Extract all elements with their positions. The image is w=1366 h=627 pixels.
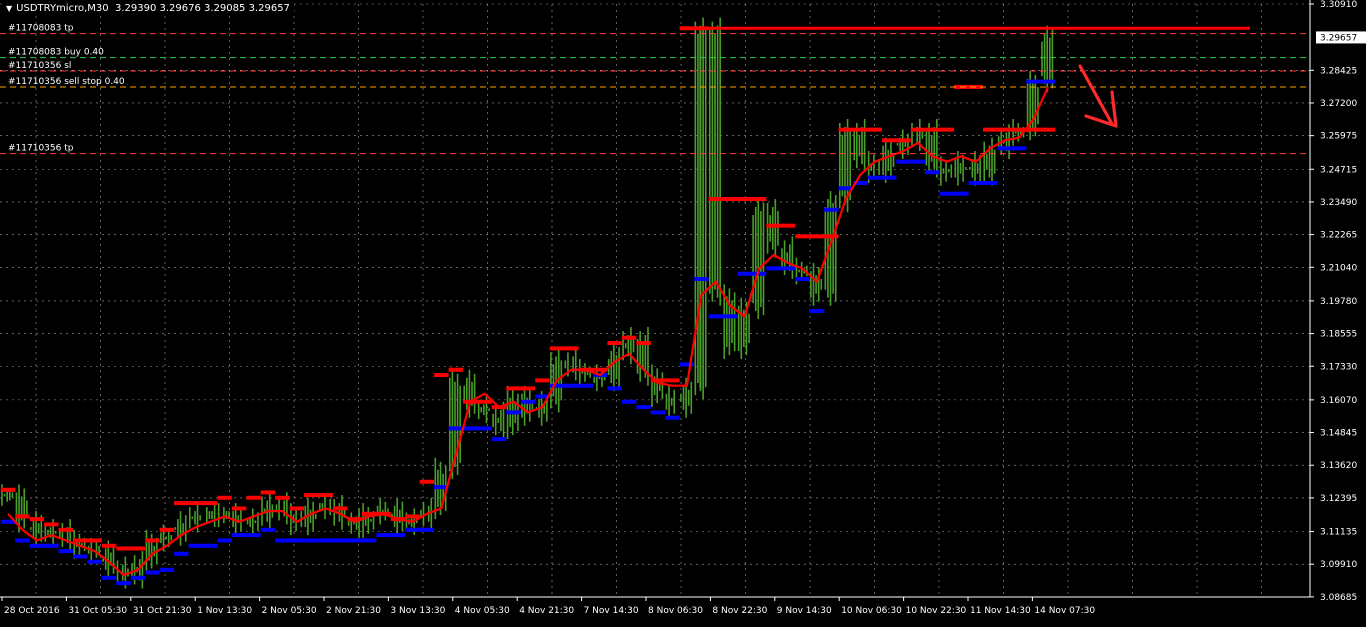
- time-tick-label: 10 Nov 06:30: [841, 606, 902, 616]
- time-tick-label: 28 Oct 2016: [4, 606, 60, 616]
- time-tick-label: 9 Nov 14:30: [777, 606, 832, 616]
- price-tick-label: 3.18555: [1320, 330, 1357, 340]
- time-tick-label: 31 Oct 21:30: [133, 606, 192, 616]
- time-tick-label: 3 Nov 13:30: [390, 606, 445, 616]
- dropdown-triangle-icon[interactable]: ▼: [6, 2, 12, 16]
- price-tick-label: 3.25975: [1320, 132, 1357, 142]
- trade-line-label: #11710356 tp: [8, 144, 74, 154]
- time-tick-label: 2 Nov 05:30: [262, 606, 317, 616]
- trade-line-label: #11708083 buy 0.40: [8, 48, 104, 58]
- price-tick-label: 3.30910: [1320, 0, 1357, 10]
- price-tick-label: 3.09910: [1320, 560, 1357, 570]
- time-tick-label: 1 Nov 13:30: [197, 606, 252, 616]
- time-tick-label: 11 Nov 14:30: [970, 606, 1031, 616]
- price-tick-label: 3.28425: [1320, 66, 1357, 76]
- price-tick-label: 3.23490: [1320, 198, 1357, 208]
- price-tick-label: 3.12395: [1320, 494, 1357, 504]
- time-tick-label: 31 Oct 05:30: [68, 606, 127, 616]
- ma-line: [7, 86, 1050, 577]
- trade-lines[interactable]: #11708083 tp #11708083 buy 0.40 #11710356 …: [0, 24, 1310, 155]
- time-tick-label: 2 Nov 21:30: [326, 606, 381, 616]
- chart-canvas[interactable]: #11708083 tp #11708083 buy 0.40 #11710356 …: [0, 0, 1366, 627]
- time-tick-label: 8 Nov 06:30: [648, 606, 703, 616]
- moving-average: [7, 86, 1050, 577]
- price-tick-label: 3.27200: [1320, 99, 1357, 109]
- levels: [0, 26, 1250, 586]
- time-tick-label: 10 Nov 22:30: [906, 606, 967, 616]
- time-axis: 28 Oct 2016 31 Oct 05:30 31 Oct 21:30 1 Nov…: [0, 596, 1310, 616]
- price-axis: 3.30910 3.28425 3.27200 3.25975 3.24715 3.234…: [1309, 0, 1366, 627]
- current-price-label: 3.29657: [1320, 33, 1357, 43]
- time-tick-label: 7 Nov 14:30: [584, 606, 639, 616]
- price-tick-label: 3.14845: [1320, 429, 1357, 439]
- price-tick-label: 3.21040: [1320, 263, 1357, 273]
- price-tick-label: 3.08685: [1320, 593, 1357, 603]
- ohlc-values: 3.29390 3.29676 3.29085 3.29657: [114, 3, 290, 14]
- time-tick-label: 14 Nov 07:30: [1034, 606, 1095, 616]
- price-tick-label: 3.22265: [1320, 231, 1357, 241]
- trade-line-label: #11708083 tp: [8, 24, 74, 34]
- price-tick-label: 3.11135: [1320, 528, 1357, 538]
- price-tick-label: 3.24715: [1320, 165, 1357, 175]
- time-tick-label: 4 Nov 05:30: [455, 606, 510, 616]
- price-tick-label: 3.13620: [1320, 461, 1357, 471]
- price-tick-label: 3.19780: [1320, 297, 1357, 307]
- down-arrow-icon: [1078, 64, 1118, 128]
- chart-title: ▼ USDTRYmicro,M30 3.29390 3.29676 3.29085…: [2, 2, 294, 16]
- time-tick-label: 4 Nov 21:30: [519, 606, 574, 616]
- time-tick-label: 8 Nov 22:30: [712, 606, 767, 616]
- price-tick-label: 3.17330: [1320, 362, 1357, 372]
- trade-line-label: #11710356 sl: [8, 61, 71, 71]
- price-tick-label: 3.16070: [1320, 396, 1357, 406]
- symbol-label: USDTRYmicro,M30: [16, 3, 109, 14]
- trade-line-label: #11710356 sell stop 0.40: [8, 77, 125, 87]
